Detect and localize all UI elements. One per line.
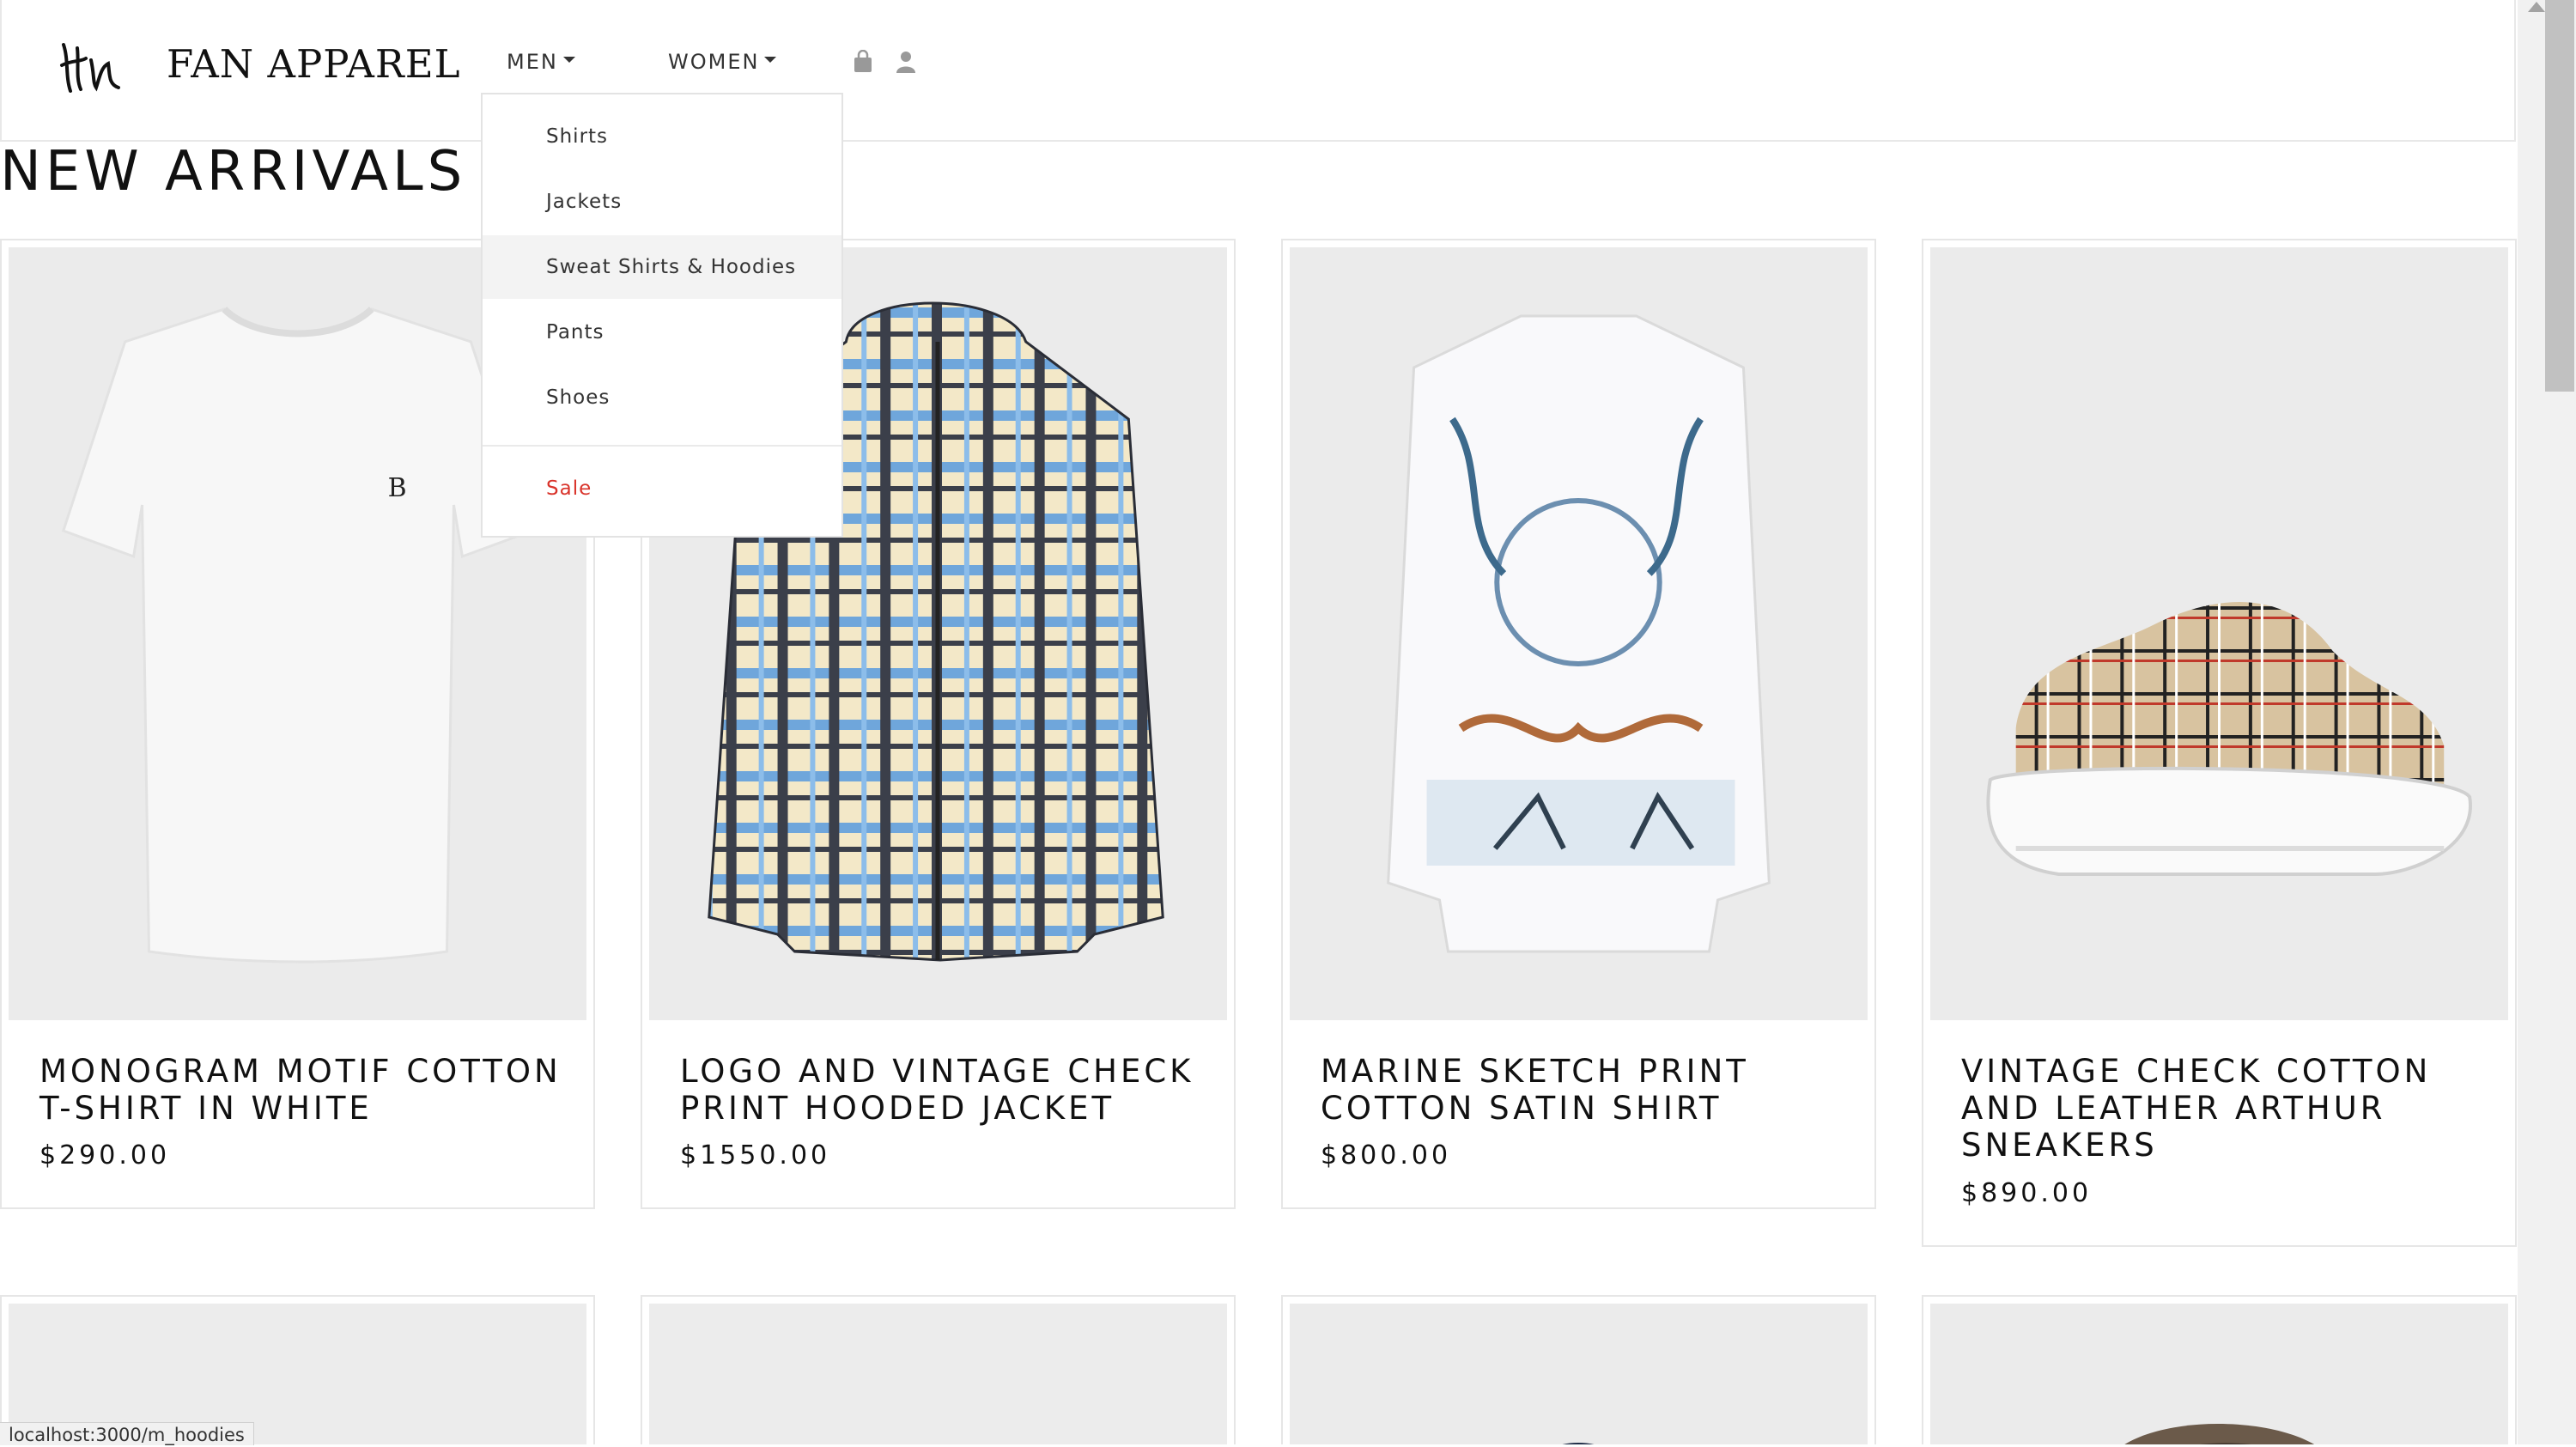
dropdown-item-hoodies[interactable]: Sweat Shirts & Hoodies — [483, 235, 841, 299]
product-price: $890.00 — [1961, 1178, 2093, 1208]
product-price: $290.00 — [39, 1140, 171, 1170]
dropdown-item-shoes[interactable]: Shoes — [483, 366, 841, 429]
product-card[interactable]: MARINE SKETCH PRINT COTTON SATIN SHIRT $… — [1281, 239, 1876, 1209]
product-price: $800.00 — [1321, 1140, 1452, 1170]
product-card[interactable] — [641, 1295, 1236, 1444]
product-image[interactable] — [1930, 1304, 2508, 1444]
scrollbar-thumb[interactable] — [2545, 0, 2574, 392]
caret-down-icon — [562, 56, 575, 63]
brand-logo[interactable] — [57, 34, 125, 96]
product-name[interactable]: MARINE SKETCH PRINT COTTON SATIN SHIRT — [1321, 1053, 1849, 1127]
product-price: $1550.00 — [680, 1140, 831, 1170]
product-name[interactable]: MONOGRAM MOTIF COTTON T-SHIRT IN WHITE — [39, 1053, 568, 1127]
page-title: NEW ARRIVALS — [0, 140, 467, 204]
product-name[interactable]: VINTAGE CHECK COTTON AND LEATHER ARTHUR … — [1961, 1053, 2489, 1164]
scroll-up-arrow-icon[interactable] — [2528, 2, 2545, 12]
product-image[interactable] — [649, 1304, 1227, 1444]
sneaker-illustration — [1930, 247, 2508, 1020]
dropdown-item-sale[interactable]: Sale — [483, 457, 841, 520]
caret-down-icon — [764, 56, 777, 63]
product-card[interactable] — [1281, 1295, 1876, 1444]
product-image[interactable] — [1290, 1304, 1868, 1444]
brand-name[interactable]: FAN APPAREL — [167, 41, 461, 87]
page: FAN APPAREL MEN WOMEN NEW ARRIVALS B MON… — [0, 0, 2518, 1444]
nav-men-label: MEN — [507, 50, 558, 74]
bag-icon[interactable] — [852, 50, 874, 74]
men-dropdown-menu: Shirts Jackets Sweat Shirts & Hoodies Pa… — [481, 93, 843, 538]
dropdown-item-pants[interactable]: Pants — [483, 301, 841, 364]
nav-women-label: WOMEN — [668, 50, 760, 74]
nav-women[interactable]: WOMEN — [668, 50, 777, 74]
link-status-bar: localhost:3000/m_hoodies — [0, 1422, 254, 1445]
product-name[interactable]: LOGO AND VINTAGE CHECK PRINT HOODED JACK… — [680, 1053, 1208, 1127]
dropdown-item-shirts[interactable]: Shirts — [483, 105, 841, 168]
product-card[interactable] — [1922, 1295, 2517, 1444]
product-thumbnail — [1290, 1304, 1868, 1444]
svg-text:B: B — [388, 473, 407, 503]
shirt-illustration — [1290, 247, 1868, 1020]
dropdown-divider — [483, 445, 841, 447]
user-icon[interactable] — [895, 50, 917, 74]
dropdown-item-jackets[interactable]: Jackets — [483, 170, 841, 234]
product-thumbnail — [1930, 1304, 2508, 1444]
vertical-scrollbar[interactable] — [2518, 0, 2576, 1444]
product-image[interactable] — [1290, 247, 1868, 1020]
nav-men[interactable]: MEN — [507, 50, 575, 74]
navbar: FAN APPAREL MEN WOMEN — [0, 0, 2516, 142]
product-image[interactable] — [1930, 247, 2508, 1020]
product-card[interactable]: VINTAGE CHECK COTTON AND LEATHER ARTHUR … — [1922, 239, 2517, 1247]
